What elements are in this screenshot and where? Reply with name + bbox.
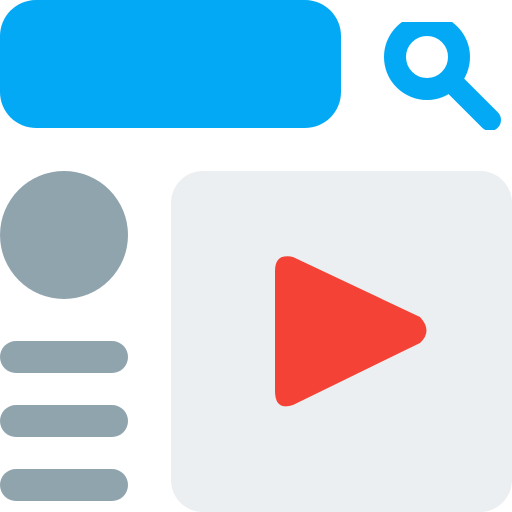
list-item[interactable] [0,469,128,501]
list-item[interactable] [0,405,128,437]
list-item[interactable] [0,341,128,373]
video-player[interactable] [171,171,512,512]
play-button[interactable] [275,255,432,407]
play-icon-triangle [275,256,427,407]
search-icon [384,22,501,130]
search-icon-handle [445,75,501,130]
play-icon [275,256,427,407]
channel-avatar[interactable] [0,171,128,299]
search-input[interactable] [0,0,341,128]
video-search-page [0,0,512,512]
search-button[interactable] [384,22,512,130]
